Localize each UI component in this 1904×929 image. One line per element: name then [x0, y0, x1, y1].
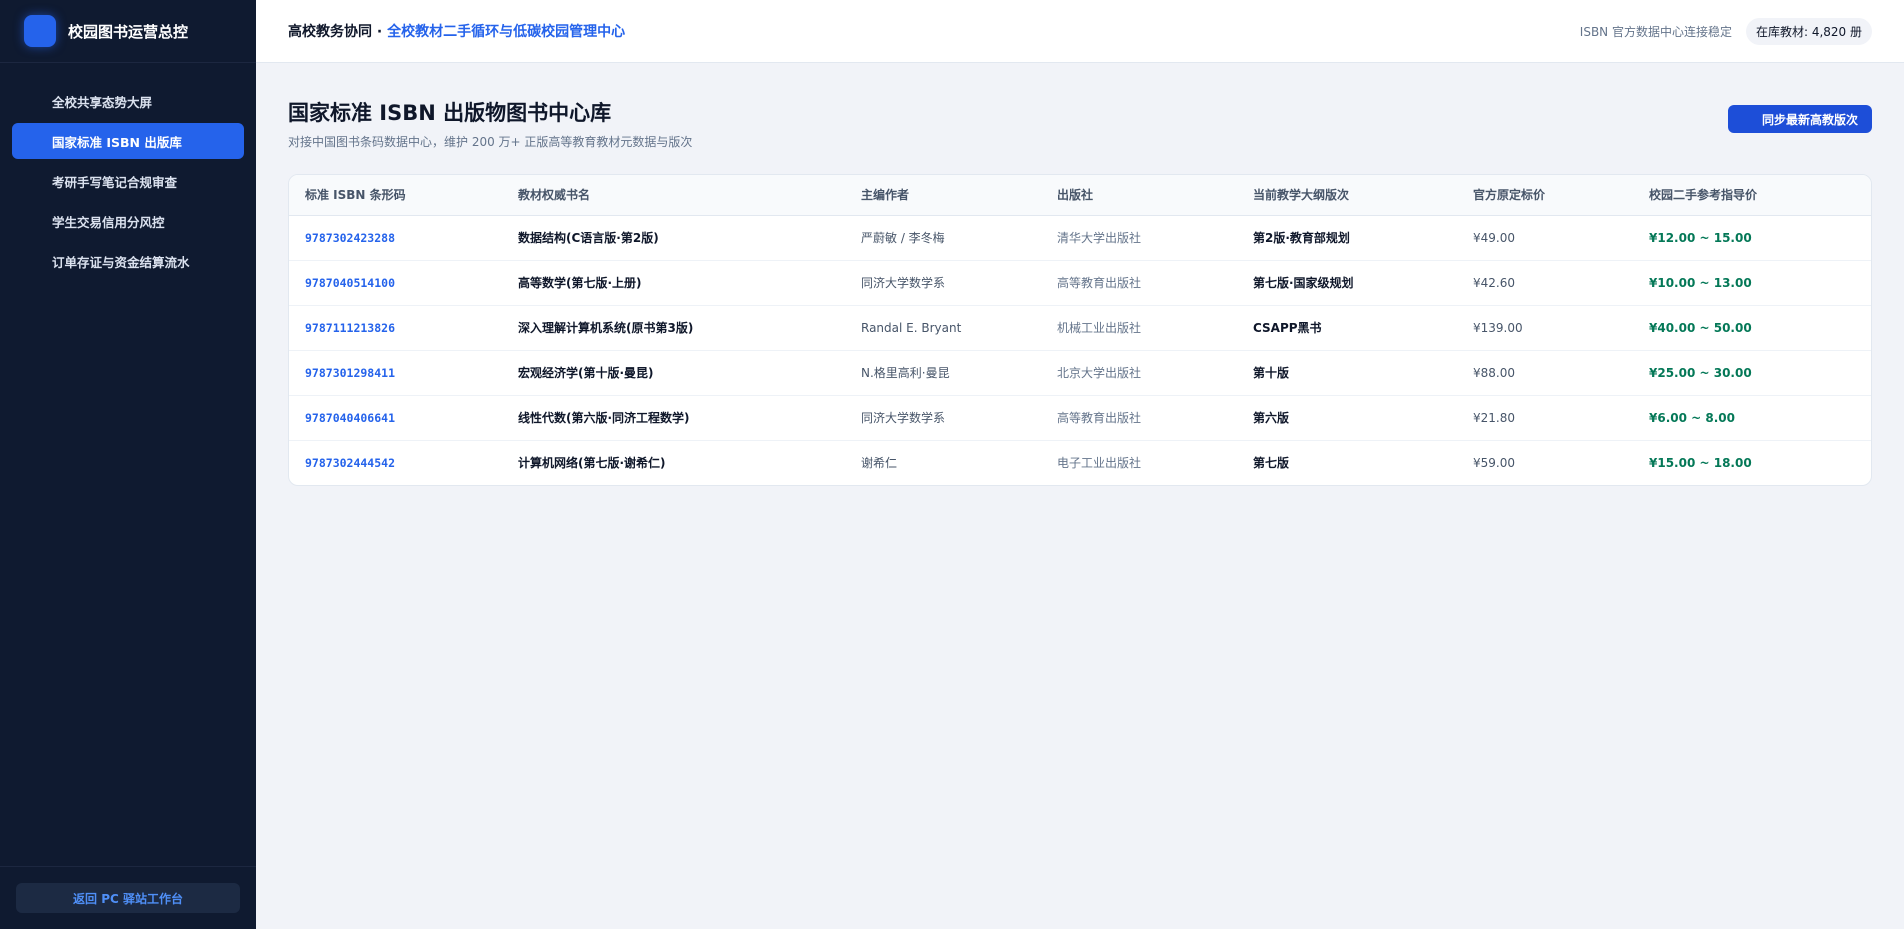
- page-header: 国家标准 ISBN 出版物图书中心库 对接中国图书条码数据中心，维护 200 万…: [288, 97, 1872, 150]
- back-to-workstation-button[interactable]: 返回 PC 驿站工作台: [16, 883, 240, 913]
- col-header-author: 主编作者: [845, 175, 1041, 216]
- cell-title: 计算机网络(第七版·谢希仁): [518, 456, 666, 471]
- sidebar-item-isbn-library[interactable]: 国家标准 ISBN 出版库: [12, 123, 244, 159]
- brand-logo: [24, 15, 56, 47]
- cell-price: ¥139.00: [1457, 305, 1633, 351]
- cell-price: ¥59.00: [1473, 455, 1515, 470]
- content: 国家标准 ISBN 出版物图书中心库 对接中国图书条码数据中心，维护 200 万…: [256, 63, 1904, 486]
- col-header-title: 教材权威书名: [502, 175, 845, 216]
- cell-author: 谢希仁: [861, 456, 898, 471]
- table-header-row: 标准 ISBN 条形码 教材权威书名 主编作者 出版社 当前教学大纲版次 官方原…: [289, 175, 1871, 216]
- cell-guide-price: ¥6.00 ~ 8.00: [1633, 395, 1871, 441]
- cell-isbn[interactable]: 9787302444542: [289, 440, 502, 485]
- col-header-guide-price: 校园二手参考指导价: [1633, 175, 1871, 216]
- cell-edition: 第十版: [1237, 350, 1457, 396]
- sidebar-item-credit-risk[interactable]: 学生交易信用分风控: [12, 203, 244, 239]
- col-header-price: 官方原定标价: [1457, 175, 1633, 216]
- col-header-edition: 当前教学大纲版次: [1237, 175, 1457, 216]
- app-root: 校园图书运营总控 全校共享态势大屏 国家标准 ISBN 出版库 考研手写笔记合规…: [0, 0, 1904, 929]
- cell-edition: 第2版·教育部规划: [1237, 215, 1457, 261]
- cell-publisher: 电子工业出版社: [1057, 456, 1142, 471]
- cell-isbn[interactable]: 9787302423288: [289, 215, 502, 261]
- topbar-title: 全校教材二手循环与低碳校园管理中心: [387, 24, 626, 40]
- cell-title: 深入理解计算机系统(原书第3版): [502, 305, 845, 351]
- sidebar-item-settlement[interactable]: 订单存证与资金结算流水: [12, 243, 244, 279]
- table-row[interactable]: 9787302423288 数据结构(C语言版·第2版) 严蔚敏 / 李冬梅 清…: [289, 215, 1871, 261]
- sync-editions-button[interactable]: 同步最新高教版次: [1727, 105, 1872, 133]
- topbar-prefix: 高校教务协同 ·: [288, 24, 388, 40]
- connection-status: ISBN 官方数据中心连接稳定: [1579, 24, 1732, 39]
- sidebar-footer: 返回 PC 驿站工作台: [0, 866, 256, 929]
- main-area: 高校教务协同 · 全校教材二手循环与低碳校园管理中心 ISBN 官方数据中心连接…: [256, 0, 1904, 929]
- table-row[interactable]: 9787040514100 高等数学(第七版·上册) 同济大学数学系 高等教育出…: [289, 260, 1871, 306]
- cell-guide-price: ¥10.00 ~ 13.00: [1633, 260, 1871, 306]
- cell-guide-price: ¥40.00 ~ 50.00: [1633, 305, 1871, 351]
- cell-title: 数据结构(C语言版·第2版): [502, 215, 845, 261]
- cell-author: Randal E. Bryant: [845, 305, 1041, 351]
- sidebar-nav: 全校共享态势大屏 国家标准 ISBN 出版库 考研手写笔记合规审查 学生交易信用…: [0, 63, 256, 866]
- cell-title: 宏观经济学(第十版·曼昆): [502, 350, 845, 396]
- cell-isbn[interactable]: 9787040406641: [289, 395, 502, 441]
- isbn-table-card: 标准 ISBN 条形码 教材权威书名 主编作者 出版社 当前教学大纲版次 官方原…: [288, 174, 1872, 486]
- topbar-heading: 高校教务协同 · 全校教材二手循环与低碳校园管理中心: [288, 21, 625, 41]
- cell-publisher: 机械工业出版社: [1041, 305, 1237, 351]
- sidebar-item-notes-review[interactable]: 考研手写笔记合规审查: [12, 163, 244, 199]
- cell-edition: CSAPP黑书: [1237, 305, 1457, 351]
- topbar: 高校教务协同 · 全校教材二手循环与低碳校园管理中心 ISBN 官方数据中心连接…: [256, 0, 1904, 63]
- cell-price: ¥42.60: [1457, 260, 1633, 306]
- sidebar: 校园图书运营总控 全校共享态势大屏 国家标准 ISBN 出版库 考研手写笔记合规…: [0, 0, 256, 929]
- page-heading-group: 国家标准 ISBN 出版物图书中心库 对接中国图书条码数据中心，维护 200 万…: [288, 97, 692, 150]
- cell-title: 高等数学(第七版·上册): [502, 260, 845, 306]
- cell-guide-price: ¥25.00 ~ 30.00: [1633, 350, 1871, 396]
- cell-author: N.格里高利·曼昆: [845, 350, 1041, 396]
- cell-edition: 第七版: [1253, 456, 1290, 471]
- cell-price: ¥49.00: [1457, 215, 1633, 261]
- cell-guide-price: ¥12.00 ~ 15.00: [1633, 215, 1871, 261]
- cell-isbn[interactable]: 9787301298411: [289, 350, 502, 396]
- cell-author: 同济大学数学系: [845, 395, 1041, 441]
- page-title: 国家标准 ISBN 出版物图书中心库: [288, 101, 612, 125]
- brand-title: 校园图书运营总控: [68, 22, 189, 41]
- page-subtitle: 对接中国图书条码数据中心，维护 200 万+ 正版高等教育教材元数据与版次: [288, 135, 693, 149]
- cell-edition: 第六版: [1237, 395, 1457, 441]
- cell-title: 线性代数(第六版·同济工程数学): [502, 395, 845, 441]
- topbar-right: ISBN 官方数据中心连接稳定 在库教材: 4,820 册: [1579, 17, 1872, 45]
- isbn-table: 标准 ISBN 条形码 教材权威书名 主编作者 出版社 当前教学大纲版次 官方原…: [289, 175, 1871, 485]
- cell-isbn[interactable]: 9787040514100: [289, 260, 502, 306]
- sidebar-item-dashboard[interactable]: 全校共享态势大屏: [12, 83, 244, 119]
- cell-guide-price: ¥15.00 ~ 18.00: [1649, 455, 1752, 470]
- col-header-publisher: 出版社: [1041, 175, 1237, 216]
- stock-badge: 在库教材: 4,820 册: [1745, 17, 1872, 45]
- cell-publisher: 高等教育出版社: [1041, 260, 1237, 306]
- table-row[interactable]: 9787040406641 线性代数(第六版·同济工程数学) 同济大学数学系 高…: [289, 395, 1871, 441]
- cell-author: 同济大学数学系: [845, 260, 1041, 306]
- cell-edition: 第七版·国家级规划: [1237, 260, 1457, 306]
- cell-isbn[interactable]: 9787111213826: [289, 305, 502, 351]
- brand: 校园图书运营总控: [0, 0, 256, 63]
- cell-publisher: 清华大学出版社: [1041, 215, 1237, 261]
- table-row[interactable]: 9787111213826 深入理解计算机系统(原书第3版) Randal E.…: [289, 305, 1871, 351]
- cell-publisher: 北京大学出版社: [1041, 350, 1237, 396]
- cell-price: ¥21.80: [1457, 395, 1633, 441]
- cell-price: ¥88.00: [1457, 350, 1633, 396]
- cell-author: 严蔚敏 / 李冬梅: [845, 215, 1041, 261]
- table-row[interactable]: 9787302444542 计算机网络(第七版·谢希仁) 谢希仁 电子工业出版社…: [289, 440, 1871, 485]
- table-row[interactable]: 9787301298411 宏观经济学(第十版·曼昆) N.格里高利·曼昆 北京…: [289, 350, 1871, 396]
- col-header-isbn: 标准 ISBN 条形码: [289, 175, 502, 216]
- cell-publisher: 高等教育出版社: [1041, 395, 1237, 441]
